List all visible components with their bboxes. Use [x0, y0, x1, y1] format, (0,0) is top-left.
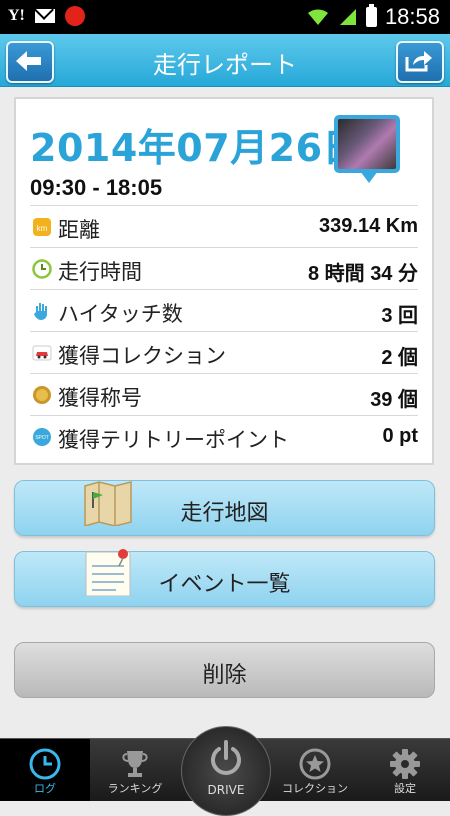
drive-button[interactable]: DRIVE [181, 726, 271, 816]
event-list-button[interactable]: イベント一覧 [14, 549, 435, 607]
app-header: 走行レポート [0, 34, 450, 87]
stat-label: ハイタッチ数 [58, 302, 183, 326]
stat-value: 0 pt [382, 425, 418, 447]
drive-map-label: 走行地図 [180, 501, 269, 526]
delete-label: 削除 [202, 663, 247, 688]
clock: 18:58 [384, 4, 440, 29]
wifi-icon [307, 9, 328, 25]
drive-map-button[interactable]: 走行地図 [14, 480, 435, 536]
signal-icon [339, 9, 356, 25]
distance-km-icon: km [33, 218, 51, 236]
stat-row-collections: 獲得コレクション 2 個 [30, 331, 418, 373]
stat-value: 3 回 [381, 305, 418, 327]
spot-icon: SPOT [33, 428, 51, 446]
stat-value: 339.14 Km [319, 215, 418, 237]
page-title: 走行レポート [153, 51, 297, 79]
stat-value: 39 個 [370, 389, 418, 411]
stats-list: km 距離 339.14 Km 走行時間 8 時間 34 分 ハイタッチ数 3 … [30, 205, 418, 457]
clock-icon [32, 259, 52, 279]
stat-row-high-touch: ハイタッチ数 3 回 [30, 289, 418, 331]
report-card: 2014年07月26日 09:30 - 18:05 km 距離 339.14 K… [14, 97, 434, 465]
stat-label: 距離 [58, 218, 100, 242]
yahoo-icon: Y! [8, 7, 25, 24]
status-bar: Y! 18:58 [0, 0, 450, 34]
share-button[interactable] [396, 41, 444, 83]
app-notification-icon [64, 6, 85, 26]
stat-value: 2 個 [381, 347, 418, 369]
stat-label: 獲得称号 [58, 386, 142, 410]
tab-log-label: ログ [34, 782, 56, 795]
event-list-label: イベント一覧 [158, 572, 291, 597]
delete-button[interactable]: 削除 [14, 642, 435, 698]
tab-collection[interactable]: コレクション [270, 739, 360, 801]
car-photo-thumbnail[interactable] [334, 115, 400, 183]
stat-row-drive-time: 走行時間 8 時間 34 分 [30, 247, 418, 289]
share-icon [405, 51, 432, 72]
tab-ranking-label: ランキング [107, 782, 163, 795]
battery-icon [365, 4, 377, 27]
stat-row-titles: 獲得称号 39 個 [30, 373, 418, 415]
svg-text:km: km [37, 224, 48, 233]
stat-value: 8 時間 34 分 [307, 263, 418, 285]
drive-label: DRIVE [207, 783, 245, 797]
report-time-range: 09:30 - 18:05 [30, 175, 163, 200]
stat-label: 獲得テリトリーポイント [58, 428, 289, 452]
tab-ranking[interactable]: ランキング [90, 739, 180, 801]
mail-icon [34, 9, 55, 23]
tab-collection-label: コレクション [282, 782, 348, 795]
stat-label: 獲得コレクション [58, 344, 226, 368]
log-clock-icon [29, 748, 61, 780]
pin-pointer [360, 171, 378, 183]
car-photo [338, 119, 396, 169]
high-five-hand-icon [34, 303, 47, 320]
car-card-icon [32, 345, 52, 361]
trophy-icon [122, 751, 148, 777]
medal-icon [33, 386, 51, 404]
gear-icon [390, 749, 420, 779]
tab-settings-label: 設定 [394, 782, 416, 795]
tab-settings[interactable]: 設定 [360, 739, 450, 801]
svg-text:SPOT: SPOT [35, 435, 49, 441]
power-icon [211, 740, 241, 775]
star-badge-icon [299, 748, 331, 780]
stat-label: 走行時間 [58, 260, 142, 284]
tab-log[interactable]: ログ [0, 739, 90, 801]
report-date: 2014年07月26日 [30, 126, 362, 170]
stat-row-territory: SPOT 獲得テリトリーポイント 0 pt [30, 415, 418, 457]
stat-row-distance: km 距離 339.14 Km [30, 205, 418, 247]
